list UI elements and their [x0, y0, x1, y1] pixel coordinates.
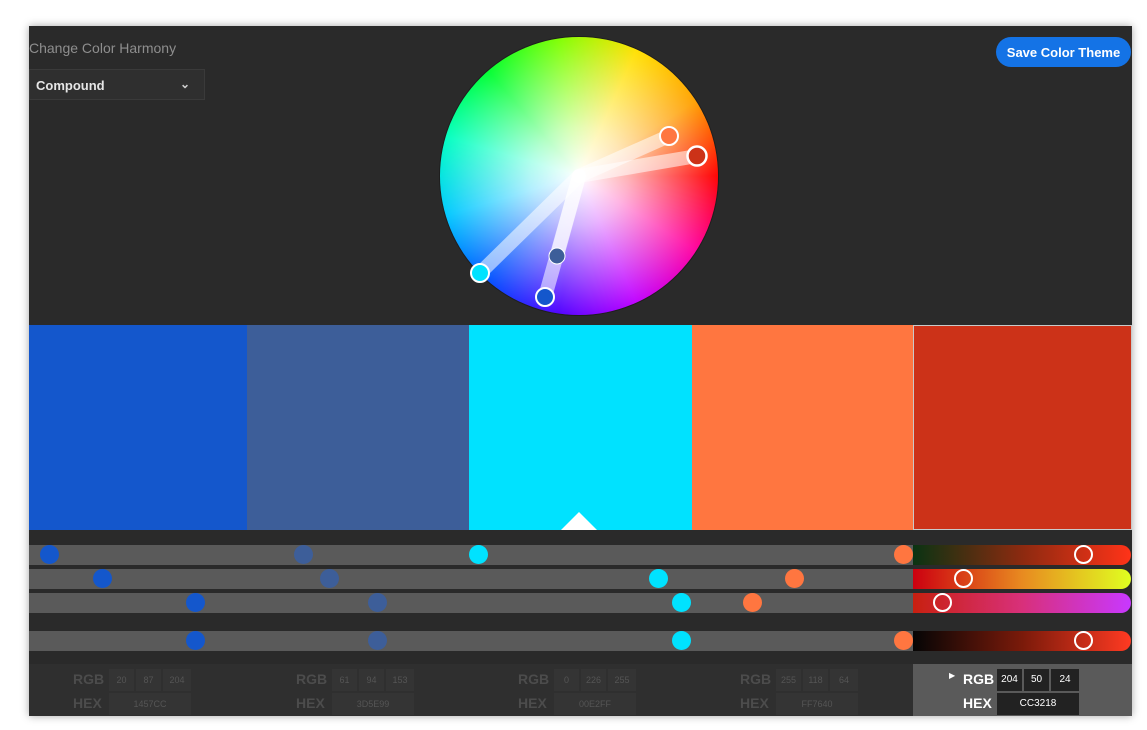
color-swatch-1[interactable]	[29, 325, 247, 530]
brightness-slider-track[interactable]	[29, 593, 913, 613]
rgb-label: RGB	[73, 671, 105, 687]
green-value-field[interactable]: 50	[1024, 669, 1049, 691]
wheel-handle-active[interactable]	[686, 145, 708, 167]
hex-value-field[interactable]: 3D5E99	[332, 693, 414, 715]
harmony-label: Change Color Harmony	[29, 40, 177, 56]
green-slider-handle[interactable]	[954, 569, 973, 588]
red-channel-gradient-slider[interactable]	[913, 545, 1131, 565]
color-swatch-5-active[interactable]	[913, 325, 1132, 530]
slider-dot[interactable]	[294, 545, 313, 564]
green-value-field[interactable]: 118	[803, 669, 828, 691]
hex-label: HEX	[296, 695, 325, 711]
slider-dot[interactable]	[672, 631, 691, 650]
color-wheel-app: Change Color Harmony Compound ⌄ Save Col…	[29, 26, 1132, 716]
caret-right-icon[interactable]: ▶	[949, 671, 955, 680]
hex-value-field[interactable]: FF7640	[776, 693, 858, 715]
brightness-slider-handle[interactable]	[1074, 631, 1093, 650]
hex-label: HEX	[963, 695, 992, 711]
hex-label: HEX	[740, 695, 769, 711]
green-value-field[interactable]: 87	[136, 669, 161, 691]
value-slider-track[interactable]	[29, 631, 913, 651]
slider-dot[interactable]	[785, 569, 804, 588]
wheel-handle[interactable]	[535, 287, 555, 307]
rgb-label: RGB	[740, 671, 772, 687]
hex-label: HEX	[73, 695, 102, 711]
red-value-field[interactable]: 0	[554, 669, 579, 691]
blue-value-field[interactable]: 255	[608, 669, 636, 691]
wheel-handle[interactable]	[470, 263, 490, 283]
red-value-field[interactable]: 204	[997, 669, 1022, 691]
wheel-handle[interactable]	[548, 247, 566, 265]
chevron-down-icon: ⌄	[179, 77, 190, 91]
red-value-field[interactable]: 61	[332, 669, 357, 691]
harmony-dropdown[interactable]: Compound ⌄	[29, 69, 205, 100]
saturation-slider-track[interactable]	[29, 569, 913, 589]
hex-label: HEX	[518, 695, 547, 711]
slider-dot[interactable]	[368, 631, 387, 650]
blue-slider-handle[interactable]	[933, 593, 952, 612]
green-value-field[interactable]: 94	[359, 669, 384, 691]
color-swatch-4[interactable]	[692, 325, 913, 530]
slider-dot[interactable]	[672, 593, 691, 612]
slider-dot[interactable]	[469, 545, 488, 564]
rgb-label: RGB	[963, 671, 995, 687]
green-channel-gradient-slider[interactable]	[913, 569, 1131, 589]
color-swatch-2[interactable]	[247, 325, 469, 530]
blue-value-field[interactable]: 204	[163, 669, 191, 691]
green-value-field[interactable]: 226	[581, 669, 606, 691]
slider-dot[interactable]	[649, 569, 668, 588]
slider-dot[interactable]	[93, 569, 112, 588]
blue-value-field[interactable]: 153	[386, 669, 414, 691]
slider-dot[interactable]	[186, 593, 205, 612]
slider-dot[interactable]	[186, 631, 205, 650]
triangle-up-icon	[561, 512, 597, 530]
hex-value-field[interactable]: CC3218	[997, 693, 1079, 715]
hex-value-field[interactable]: 1457CC	[109, 693, 191, 715]
hex-value-field[interactable]: 00E2FF	[554, 693, 636, 715]
red-slider-handle[interactable]	[1074, 545, 1093, 564]
slider-dot[interactable]	[40, 545, 59, 564]
rgb-label: RGB	[518, 671, 550, 687]
slider-dot[interactable]	[743, 593, 762, 612]
slider-dot[interactable]	[894, 545, 913, 564]
color-wheel-handles[interactable]	[440, 37, 718, 315]
color-values-panel: RGB 20 87 204 HEX 1457CC RGB 61 94 153 H…	[29, 664, 913, 716]
red-value-field[interactable]: 20	[109, 669, 134, 691]
red-value-field[interactable]: 255	[776, 669, 801, 691]
blue-value-field[interactable]: 24	[1051, 669, 1079, 691]
handle-spoke	[572, 149, 704, 183]
slider-dot[interactable]	[368, 593, 387, 612]
wheel-handle[interactable]	[659, 126, 679, 146]
harmony-selected-value: Compound	[36, 78, 105, 93]
rgb-label: RGB	[296, 671, 328, 687]
color-swatch-3[interactable]	[469, 325, 692, 530]
blue-value-field[interactable]: 64	[830, 669, 858, 691]
brightness-gradient-slider[interactable]	[913, 631, 1131, 651]
color-values-5-active: ▶ RGB 204 50 24 HEX CC3218	[913, 664, 1132, 716]
save-color-theme-button[interactable]: Save Color Theme	[996, 37, 1131, 67]
slider-dot[interactable]	[320, 569, 339, 588]
slider-dot[interactable]	[894, 631, 913, 650]
